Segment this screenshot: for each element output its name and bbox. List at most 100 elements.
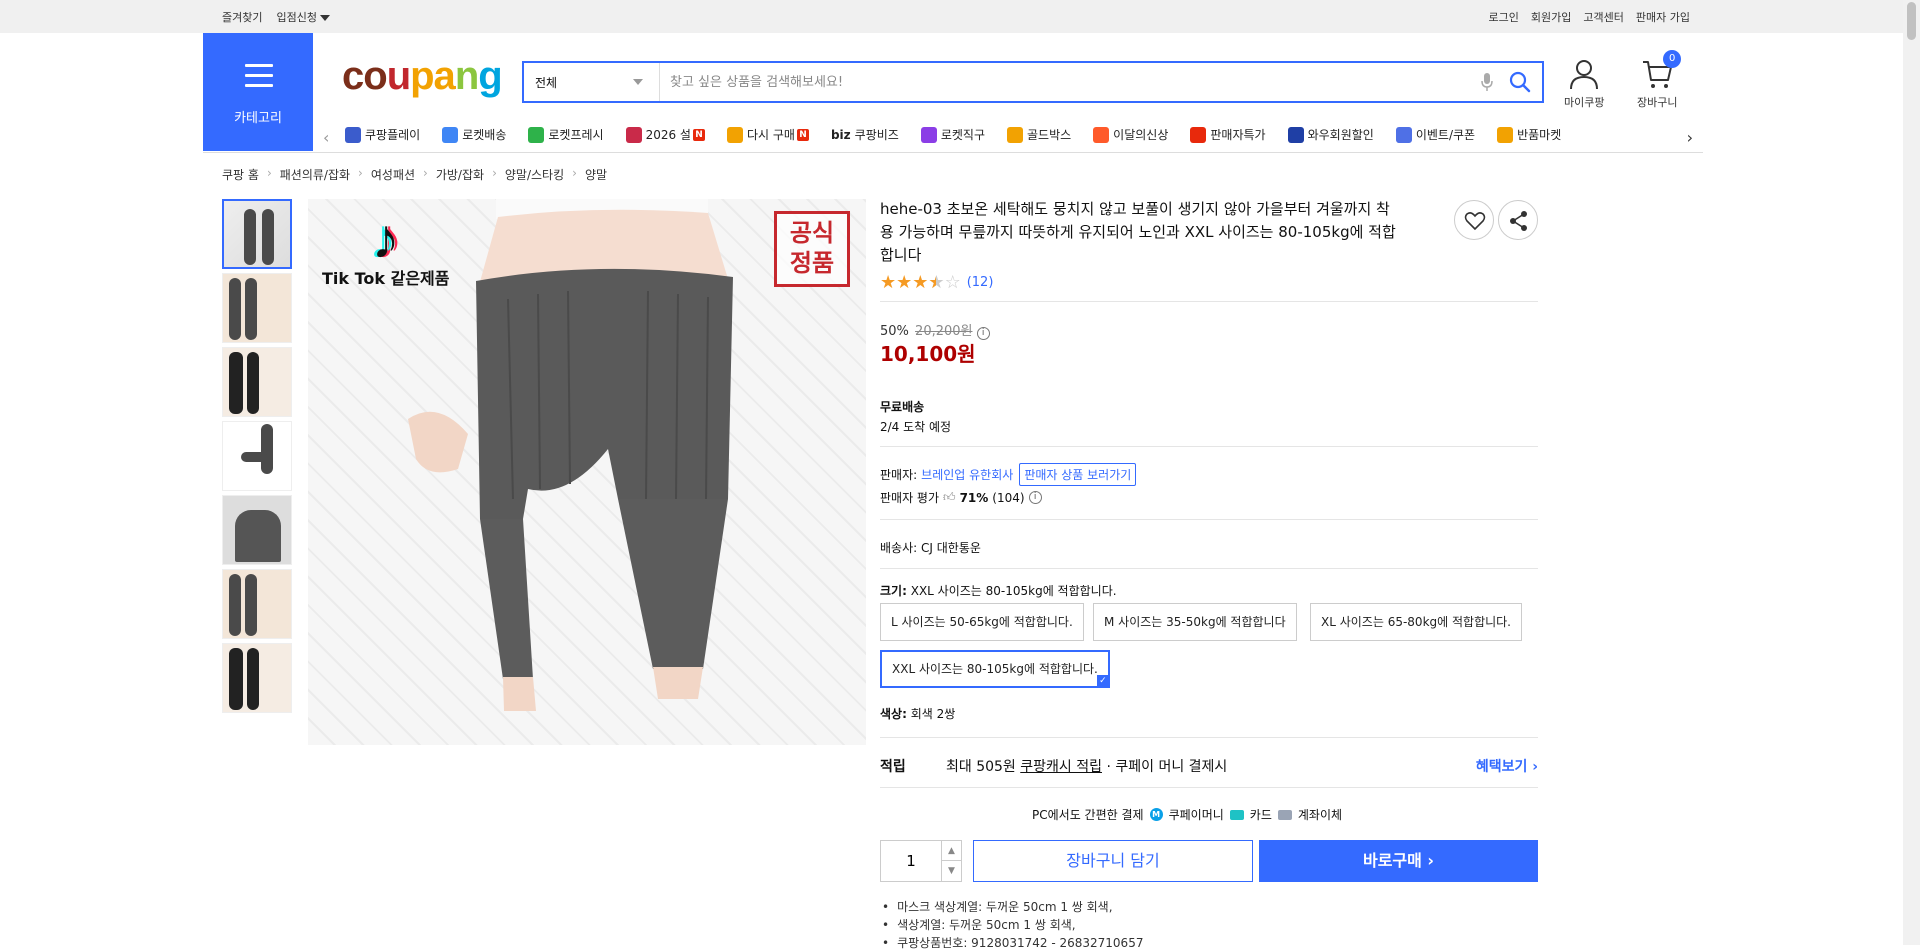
nav-item-icon	[1497, 126, 1514, 143]
product-detail-list: 마스크 색상계열: 두꺼운 50cm 1 쌍 회색, 색상계열: 두꺼운 50c…	[880, 898, 1143, 952]
nav-item-1[interactable]: 쿠팡플레이	[345, 126, 420, 143]
nav-item-label: 2026 설	[645, 128, 691, 142]
nav-item-8[interactable]: 골드박스	[1007, 126, 1071, 143]
quantity-increase-button[interactable]: ▲	[941, 841, 961, 861]
signup-link[interactable]: 회원가입	[1531, 9, 1571, 25]
color-label: 색상:	[880, 707, 907, 721]
favorites-link[interactable]: 즐겨찾기	[222, 9, 262, 25]
thumbnail-3[interactable]	[222, 347, 292, 417]
breadcrumb-separator-icon: ›	[358, 166, 363, 180]
size-option-xxl[interactable]: XXL 사이즈는 80-105kg에 적합합니다. ✓	[880, 650, 1110, 688]
page-scrollbar[interactable]	[1903, 0, 1920, 945]
category-nav: ‹ 쿠팡플레이 로켓배송 로켓프레시 2026 설 N 다시 구매 N biz 쿠팡비즈 로켓직구…	[323, 124, 1693, 148]
divider	[880, 737, 1538, 738]
coupang-cash-link[interactable]: 쿠팡캐시 적립	[1020, 759, 1102, 775]
breadcrumb-item[interactable]: 쿠팡 홈	[222, 166, 259, 183]
nav-item-4[interactable]: 2026 설N	[625, 126, 705, 143]
nav-item-11[interactable]: 와우회원할인	[1287, 126, 1374, 143]
biz-icon: biz	[830, 127, 851, 142]
nav-item-label: 로켓직구	[940, 128, 985, 142]
search-bar: 전체	[522, 61, 1544, 103]
nav-item-9[interactable]: 이달의신상	[1093, 126, 1168, 143]
thumbnail-6[interactable]	[222, 569, 292, 639]
nav-item-5[interactable]: 다시 구매 N	[726, 126, 809, 143]
nav-item-icon	[442, 126, 459, 143]
nav-item-label: 와우회원할인	[1307, 128, 1374, 142]
payment-methods: PC에서도 간편한 결제 M 쿠페이머니 카드 계좌이체	[1032, 806, 1342, 823]
size-option-m[interactable]: M 사이즈는 35-50kg에 적합합니다	[1093, 603, 1297, 641]
product-main-image[interactable]: ♪ Tik Tok 같은제품 공식 정품	[308, 199, 866, 745]
divider	[880, 568, 1538, 569]
quantity-decrease-button[interactable]: ▼	[941, 861, 961, 881]
wishlist-button[interactable]	[1454, 200, 1494, 240]
review-count[interactable]: (12)	[967, 275, 994, 290]
breadcrumb-item[interactable]: 양말	[585, 166, 607, 183]
breadcrumb-item[interactable]: 가방/잡화	[436, 166, 484, 183]
pay-method-bank: 계좌이체	[1297, 808, 1343, 822]
nav-next-icon[interactable]: ›	[1682, 128, 1693, 147]
nav-item-label: 이벤트/쿠폰	[1415, 128, 1476, 142]
share-button[interactable]	[1498, 200, 1538, 240]
size-option-l[interactable]: L 사이즈는 50-65kg에 적합합니다.	[880, 603, 1084, 641]
nav-item-icon	[920, 126, 937, 143]
thumbnail-4[interactable]	[222, 421, 292, 491]
original-price-row: 50% 20,200원 i	[880, 320, 990, 340]
microphone-icon[interactable]	[1480, 72, 1494, 92]
seller-name-link[interactable]: 브레인업 유한회사	[921, 466, 1013, 483]
search-icon[interactable]	[1508, 70, 1532, 94]
vendor-apply-link[interactable]: 입점신청	[276, 9, 330, 25]
search-category-select[interactable]: 전체	[524, 63, 660, 101]
category-menu-button[interactable]: 카테고리	[203, 33, 313, 151]
breadcrumb-separator-icon: ›	[423, 166, 428, 180]
customer-center-link[interactable]: 고객센터	[1583, 9, 1623, 25]
check-icon: ✓	[1096, 675, 1109, 687]
top-utility-bar: 즐겨찾기 입점신청 로그인 회원가입 고객센터 판매자 가입	[0, 0, 1920, 33]
login-link[interactable]: 로그인	[1489, 9, 1519, 25]
pay-method-card: 카드	[1249, 808, 1272, 822]
product-rating[interactable]: ★★★★★☆ (12)	[880, 272, 993, 293]
seller-signup-link[interactable]: 판매자 가입	[1636, 9, 1690, 25]
nav-item-10[interactable]: 판매자특가	[1190, 126, 1266, 143]
add-to-cart-button[interactable]: 장바구니 담기	[973, 840, 1253, 882]
breadcrumb-item[interactable]: 양말/스타킹	[505, 166, 564, 183]
thumbnail-5[interactable]	[222, 495, 292, 565]
nav-item-12[interactable]: 이벤트/쿠폰	[1395, 126, 1476, 143]
info-icon[interactable]: i	[976, 327, 990, 340]
nav-prev-icon[interactable]: ‹	[323, 128, 329, 147]
benefits-link[interactable]: 혜택보기 ›	[1476, 756, 1538, 776]
info-icon[interactable]: i	[1028, 491, 1042, 504]
nav-item-label: 이달의신상	[1113, 128, 1169, 142]
thumbnail-7[interactable]	[222, 643, 292, 713]
size-option-xl[interactable]: XL 사이즈는 65-80kg에 적합합니다.	[1310, 603, 1523, 641]
nav-item-icon	[528, 126, 545, 143]
nav-item-13[interactable]: 반품마켓	[1497, 126, 1561, 143]
nav-item-7[interactable]: 로켓직구	[920, 126, 985, 143]
nav-item-3[interactable]: 로켓프레시	[528, 126, 604, 143]
seller-rating-label: 판매자 평가	[880, 491, 940, 505]
breadcrumb-item[interactable]: 패션의류/잡화	[280, 166, 350, 183]
nav-item-label: 쿠팡플레이	[365, 128, 421, 142]
seller-shop-button[interactable]: 판매자 상품 보러가기	[1019, 463, 1137, 486]
nav-item-6[interactable]: biz 쿠팡비즈	[831, 126, 899, 143]
coupay-icon: M	[1149, 808, 1163, 821]
mypage-label: 마이쿠팡	[1564, 96, 1605, 109]
scrollbar-thumb[interactable]	[1907, 2, 1916, 40]
thumbnail-1[interactable]	[222, 199, 292, 269]
thumbnail-2[interactable]	[222, 273, 292, 343]
tiktok-caption: Tik Tok 같은제품	[322, 269, 450, 288]
product-title: hehe-03 초보온 세탁해도 뭉치지 않고 보풀이 생기지 않아 가을부터 …	[880, 200, 1396, 264]
coupang-logo[interactable]: coupang	[342, 54, 503, 99]
search-input[interactable]	[670, 71, 1450, 93]
seller-row: 판매자: 브레인업 유한회사 판매자 상품 보러가기	[880, 463, 1137, 486]
divider	[880, 446, 1538, 447]
quantity-input[interactable]	[881, 841, 941, 881]
nav-item-2[interactable]: 로켓배송	[442, 126, 506, 143]
seller-rating-row: 판매자 평가 👍︎ 71% (104) i	[880, 489, 1042, 506]
cart-button[interactable]: 0 장바구니	[1637, 50, 1682, 110]
pay-title: PC에서도 간편한 결제	[1032, 808, 1144, 822]
breadcrumb-item[interactable]: 여성패션	[371, 166, 415, 183]
mypage-button[interactable]: 마이쿠팡	[1564, 58, 1604, 110]
nav-item-icon	[1190, 126, 1207, 143]
shipping-type: 무료배송	[880, 400, 925, 414]
buy-now-button[interactable]: 바로구매 ›	[1259, 840, 1538, 882]
